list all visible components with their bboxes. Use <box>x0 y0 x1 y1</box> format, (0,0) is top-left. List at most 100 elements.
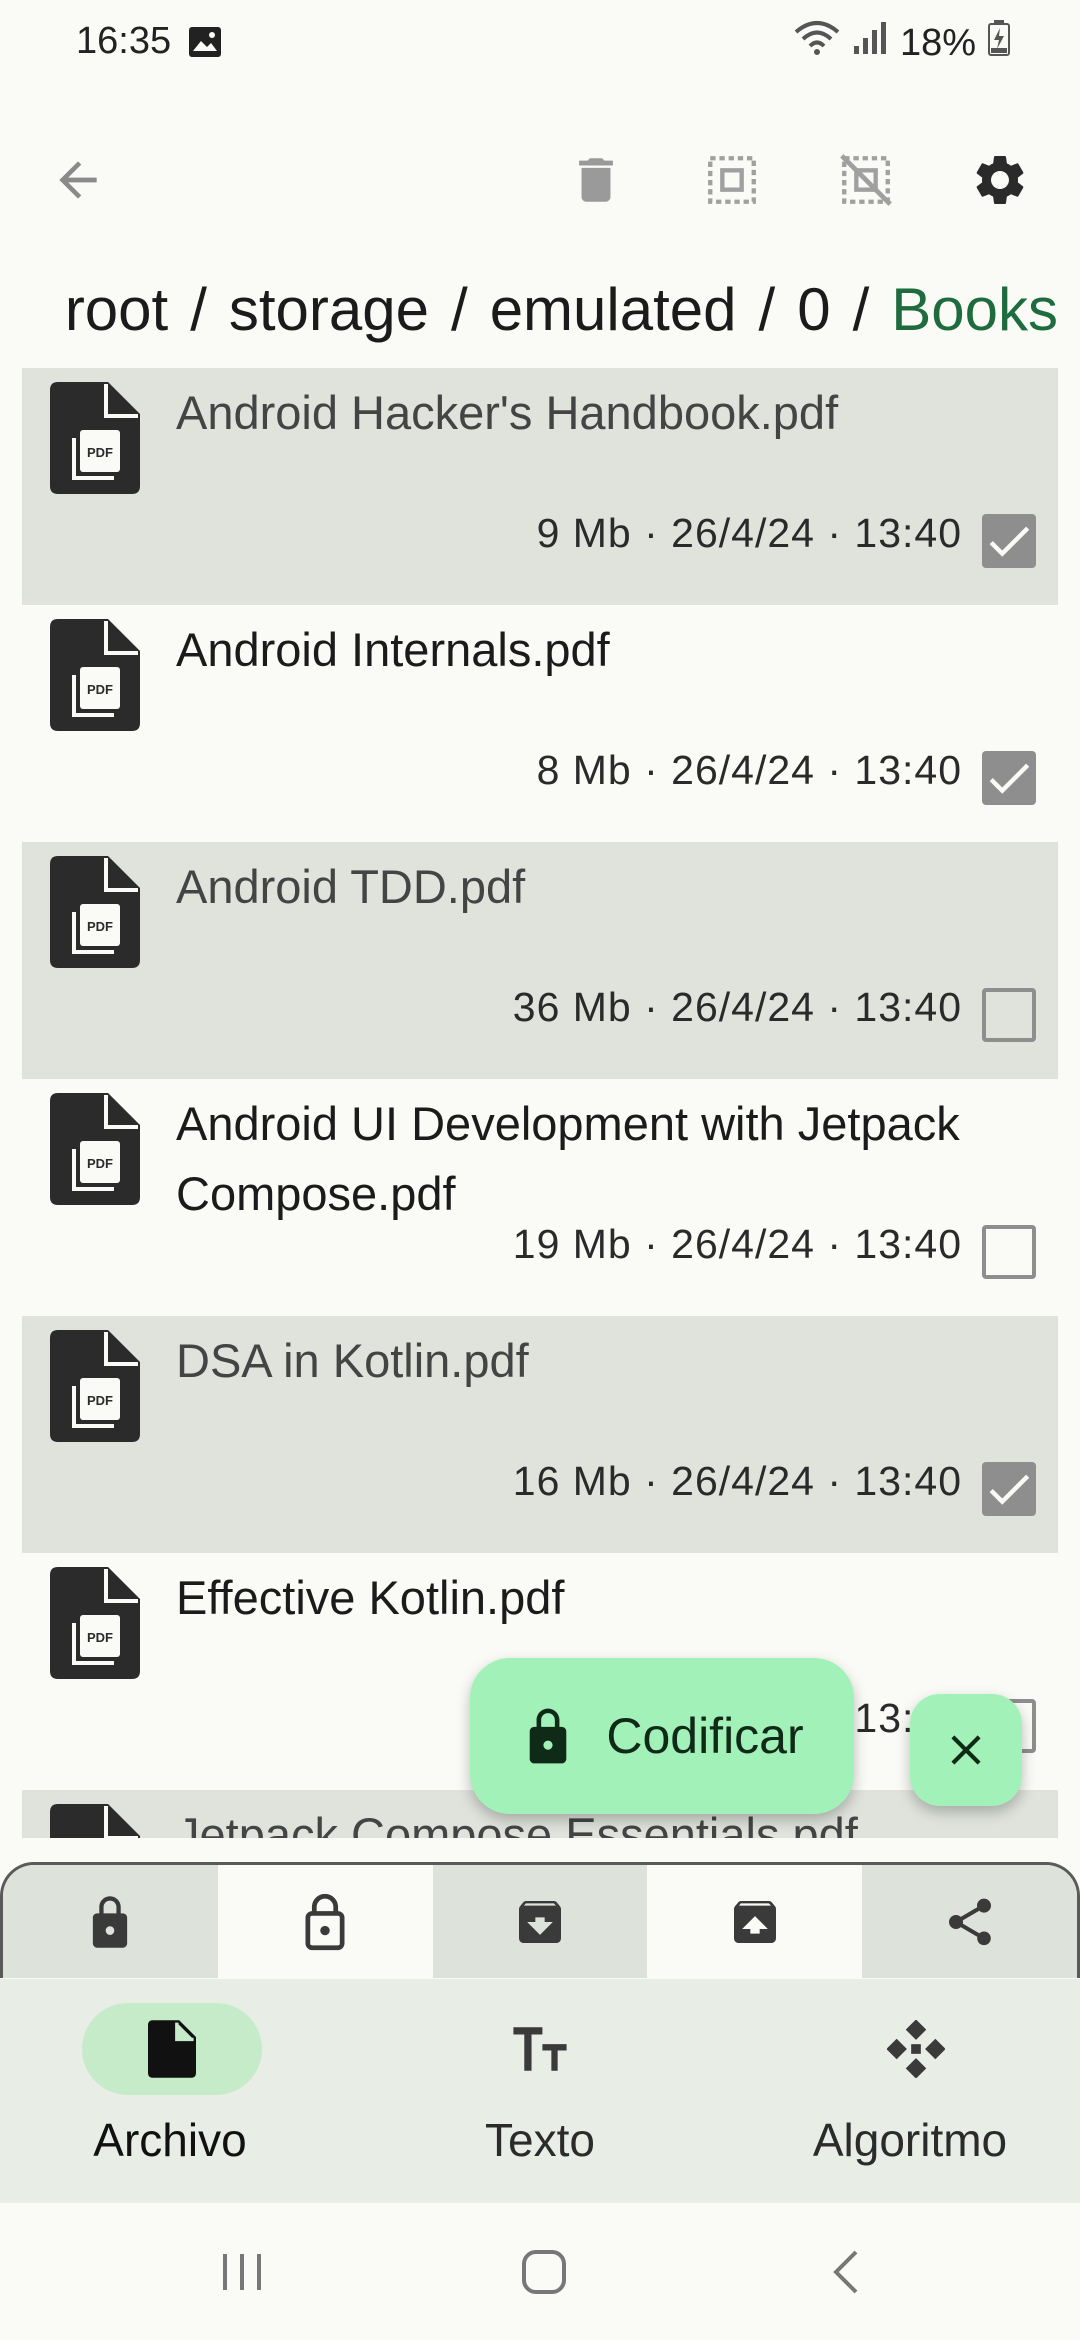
svg-text:PDF: PDF <box>87 1156 113 1171</box>
unlock-button[interactable] <box>217 1865 433 1978</box>
svg-text:PDF: PDF <box>87 1393 113 1408</box>
file-name: Android Hacker's Handbook.pdf <box>176 386 839 439</box>
close-icon <box>951 1735 981 1765</box>
recent-apps-button[interactable] <box>202 2237 282 2307</box>
system-navigation-bar <box>0 2203 1080 2340</box>
encode-fab[interactable]: Codificar <box>470 1658 854 1814</box>
svg-text:PDF: PDF <box>87 682 113 697</box>
back-nav-button[interactable] <box>806 2237 886 2307</box>
file-meta: 8 Mb · 26/4/24 · 13:40 <box>536 747 962 793</box>
file-row[interactable]: PDF Android UI Development with Jetpack … <box>22 1079 1058 1316</box>
top-toolbar <box>0 120 1080 230</box>
file-name: DSA in Kotlin.pdf <box>176 1334 529 1387</box>
gear-icon <box>976 156 1024 204</box>
file-checkbox[interactable] <box>982 1462 1036 1516</box>
file-row[interactable]: PDF Android TDD.pdf 36 Mb · 26/4/24 · 13… <box>22 842 1058 1079</box>
pdf-file-icon: PDF <box>50 619 140 731</box>
file-name: Android UI Development with Jetpack Comp… <box>176 1097 960 1220</box>
file-checkbox[interactable] <box>982 1225 1036 1279</box>
unlock-icon <box>305 1893 345 1950</box>
svg-text:PDF: PDF <box>87 445 113 460</box>
nav-item-texto[interactable]: Texto <box>370 2003 730 2183</box>
file-meta: 36 Mb · 26/4/24 · 13:40 <box>512 984 962 1030</box>
back-button[interactable] <box>38 140 118 220</box>
pdf-file-icon: PDF <box>50 1093 140 1205</box>
file-meta: 19 Mb · 26/4/24 · 13:40 <box>512 1221 962 1267</box>
file-row[interactable]: PDF DSA in Kotlin.pdf 16 Mb · 26/4/24 · … <box>22 1316 1058 1553</box>
archive-in-button[interactable] <box>432 1865 648 1978</box>
svg-text:PDF: PDF <box>87 1630 113 1645</box>
trash-icon <box>579 158 613 202</box>
nav-label: Texto <box>485 2114 595 2166</box>
file-meta: 16 Mb · 26/4/24 · 13:40 <box>512 1458 962 1504</box>
settings-button[interactable] <box>960 140 1040 220</box>
file-row[interactable]: PDF Android Hacker's Handbook.pdf 9 Mb ·… <box>22 368 1058 605</box>
file-row[interactable]: PDF Android Internals.pdf 8 Mb · 26/4/24… <box>22 605 1058 842</box>
file-icon <box>148 2020 196 2078</box>
lock-icon <box>93 1895 128 1948</box>
nav-pill <box>82 2003 262 2095</box>
status-bar: 16:35 18% <box>0 0 1080 84</box>
deselect-icon <box>840 154 892 206</box>
breadcrumb-current[interactable]: Books <box>891 276 1058 343</box>
breadcrumb-segment[interactable]: root <box>65 276 168 343</box>
share-button[interactable] <box>862 1865 1077 1978</box>
file-name: Android Internals.pdf <box>176 623 610 676</box>
breadcrumb-segment[interactable]: 0 <box>797 276 830 343</box>
breadcrumb-segment[interactable]: emulated <box>490 276 737 343</box>
home-icon <box>522 2250 566 2294</box>
status-right: 18% <box>794 20 1010 66</box>
file-list[interactable]: PDF Android Hacker's Handbook.pdf 9 Mb ·… <box>22 368 1058 1838</box>
check-icon <box>989 763 1030 794</box>
archive-in-icon <box>518 1900 561 1943</box>
back-arrow-icon <box>59 161 97 199</box>
file-checkbox[interactable] <box>982 988 1036 1042</box>
share-icon <box>948 1898 991 1945</box>
check-icon <box>989 526 1030 557</box>
breadcrumb-separator: / <box>190 276 207 343</box>
breadcrumb-separator: / <box>451 276 468 343</box>
signal-icon <box>852 20 888 66</box>
recent-apps-icon <box>223 2254 261 2290</box>
archive-out-icon <box>733 1900 776 1943</box>
nav-label: Archivo <box>93 2114 247 2166</box>
close-fab[interactable] <box>910 1694 1022 1806</box>
nav-pill <box>826 2003 1006 2095</box>
lock-button[interactable] <box>3 1865 218 1978</box>
nav-pill <box>450 2003 630 2095</box>
nav-item-archivo[interactable]: Archivo <box>0 2003 360 2183</box>
nav-label: Algoritmo <box>812 2114 1008 2166</box>
svg-text:PDF: PDF <box>87 919 113 934</box>
battery-percent: 18% <box>899 21 976 64</box>
breadcrumb-separator: / <box>852 276 870 343</box>
text-size-icon <box>513 2027 567 2071</box>
file-meta: 9 Mb · 26/4/24 · 13:40 <box>536 510 962 556</box>
select-all-button[interactable] <box>692 140 772 220</box>
status-time: 16:35 <box>76 20 172 62</box>
lock-icon <box>530 1708 567 1764</box>
battery-charging-icon <box>988 20 1010 66</box>
pdf-file-icon: PDF <box>50 1567 140 1679</box>
delete-button[interactable] <box>556 140 636 220</box>
pdf-file-icon: PDF <box>50 1330 140 1442</box>
bottom-navigation: Archivo Texto Algoritmo <box>0 1979 1080 2203</box>
file-name: Effective Kotlin.pdf <box>176 1571 565 1624</box>
breadcrumb: root / storage / emulated / 0 / Books <box>0 262 1058 358</box>
breadcrumb-separator: / <box>758 276 776 343</box>
home-button[interactable] <box>504 2237 584 2307</box>
encode-fab-label: Codificar <box>606 1708 804 1764</box>
breadcrumb-segment[interactable]: storage <box>229 276 429 343</box>
pdf-file-icon: PDF <box>50 382 140 494</box>
archive-out-button[interactable] <box>647 1865 863 1978</box>
action-bar <box>0 1862 1080 1978</box>
pdf-file-icon: PDF <box>50 1804 140 1838</box>
pdf-file-icon: PDF <box>50 856 140 968</box>
deselect-all-button[interactable] <box>826 140 906 220</box>
nav-item-algoritmo[interactable]: Algoritmo <box>740 2003 1080 2183</box>
breadcrumb-path: root / storage / emulated / 0 / Books <box>65 262 1058 358</box>
wifi-icon <box>794 20 840 66</box>
file-checkbox[interactable] <box>982 751 1036 805</box>
file-name: Android TDD.pdf <box>176 860 526 913</box>
file-checkbox[interactable] <box>982 514 1036 568</box>
check-icon <box>989 1474 1030 1505</box>
